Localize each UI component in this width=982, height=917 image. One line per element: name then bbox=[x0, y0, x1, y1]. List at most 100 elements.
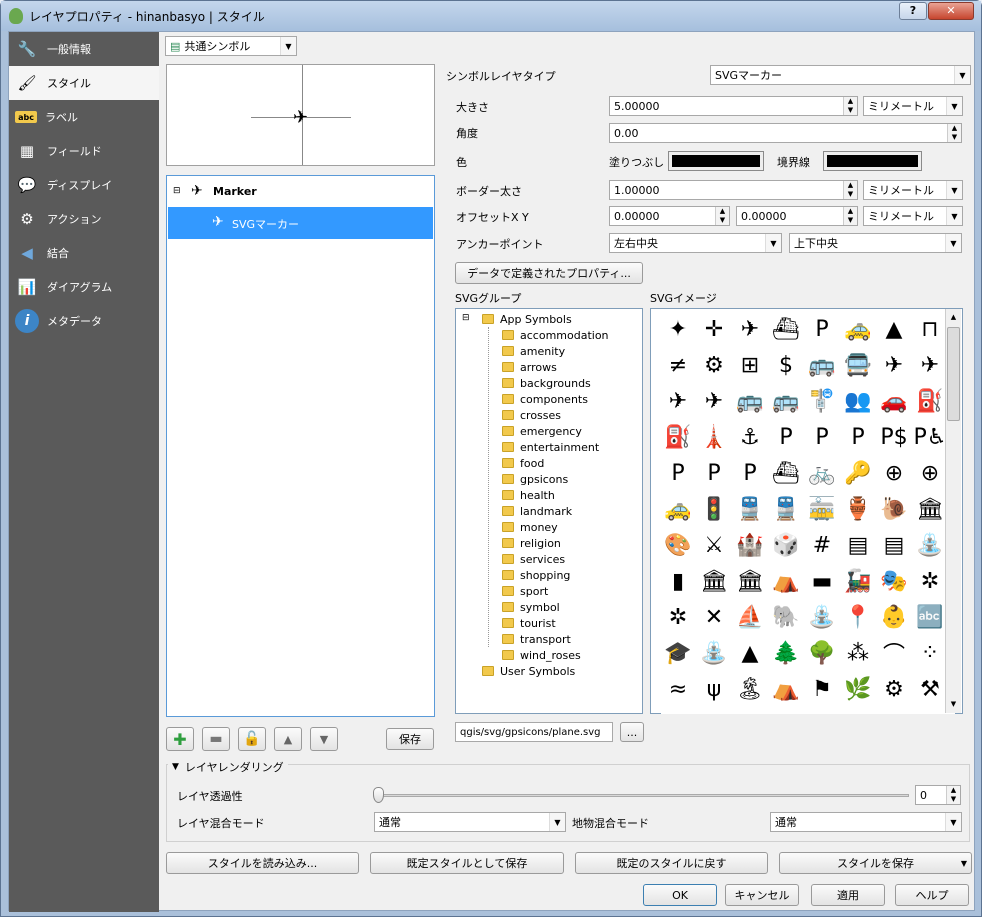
help-title-button[interactable]: ? bbox=[899, 2, 927, 20]
svg-symbol-cell[interactable]: $ bbox=[769, 348, 803, 382]
spin-arrows-icon[interactable]: ▲ ▼ bbox=[947, 124, 961, 142]
cancel-button[interactable]: キャンセル bbox=[725, 884, 799, 906]
svg-symbol-cell[interactable]: 🏝 bbox=[733, 672, 767, 706]
svg-symbol-cell[interactable]: ⚒ bbox=[913, 672, 947, 706]
svg-symbol-cell[interactable]: ✈ bbox=[697, 384, 731, 418]
svg-symbol-cell[interactable]: ⊕ bbox=[877, 456, 911, 490]
collapse-icon[interactable]: ⊟ bbox=[173, 186, 181, 196]
help-button[interactable]: ヘルプ bbox=[895, 884, 969, 906]
size-unit-select[interactable]: ミリメートル ▼ bbox=[863, 96, 963, 116]
svg-symbol-cell[interactable]: ⛴ bbox=[769, 312, 803, 346]
svg-symbol-cell[interactable]: 🚍 bbox=[841, 348, 875, 382]
svg-symbol-cell[interactable]: 🚕 bbox=[841, 312, 875, 346]
tree-item-crosses[interactable]: crosses bbox=[502, 407, 561, 423]
tree-item-religion[interactable]: religion bbox=[502, 535, 561, 551]
svg-symbol-cell[interactable]: P bbox=[805, 312, 839, 346]
svg-symbol-cell[interactable]: ⛽ bbox=[661, 420, 695, 454]
svg-symbol-cell[interactable]: 🔤 bbox=[913, 600, 947, 634]
browse-button[interactable]: ... bbox=[620, 722, 644, 742]
offset-y-spinbox[interactable]: 0.00000 ▲ ▼ bbox=[736, 206, 858, 226]
tree-item-shopping[interactable]: shopping bbox=[502, 567, 570, 583]
svg-symbol-cell[interactable]: P♿ bbox=[913, 420, 947, 454]
svg-symbol-cell[interactable]: 🌲 bbox=[769, 636, 803, 670]
svg-symbol-cell[interactable]: ⚙ bbox=[877, 672, 911, 706]
tree-item-landmark[interactable]: landmark bbox=[502, 503, 572, 519]
spin-arrows-icon[interactable]: ▲ ▼ bbox=[843, 181, 857, 199]
svg-symbol-cell[interactable]: ⛲ bbox=[805, 600, 839, 634]
svg-symbol-cell[interactable]: 🌳 bbox=[805, 636, 839, 670]
save-style-button[interactable]: スタイルを保存 ▼ bbox=[779, 852, 972, 874]
svg-symbol-cell[interactable]: ⛲ bbox=[913, 528, 947, 562]
svg-symbol-cell[interactable]: P bbox=[841, 420, 875, 454]
blend-mode-select[interactable]: 通常 ▼ bbox=[374, 812, 566, 832]
tree-item-entertainment[interactable]: entertainment bbox=[502, 439, 599, 455]
close-window-button[interactable]: ✕ bbox=[928, 2, 974, 20]
svg-symbol-cell[interactable]: 🚕 bbox=[661, 492, 695, 526]
svg-symbol-cell[interactable]: P bbox=[697, 456, 731, 490]
svg-symbol-cell[interactable]: ⚔ bbox=[697, 528, 731, 562]
svg-symbol-cell[interactable]: # bbox=[805, 528, 839, 562]
tree-item-arrows[interactable]: arrows bbox=[502, 359, 557, 375]
svg-symbol-cell[interactable]: 🚏 bbox=[805, 384, 839, 418]
svg-symbol-cell[interactable]: 🚦 bbox=[697, 492, 731, 526]
svg-symbol-cell[interactable]: ⛺ bbox=[769, 564, 803, 598]
svg-symbol-cell[interactable]: 🚂 bbox=[841, 564, 875, 598]
svg-symbol-cell[interactable]: P bbox=[805, 420, 839, 454]
tree-item-services[interactable]: services bbox=[502, 551, 565, 567]
tree-item-tourist[interactable]: tourist bbox=[502, 615, 556, 631]
svg-symbol-cell[interactable]: ≠ bbox=[661, 348, 695, 382]
anchor-vertical-select[interactable]: 上下中央 ▼ bbox=[789, 233, 962, 253]
sidebar-item-style[interactable]: 🖌 スタイル bbox=[9, 66, 159, 100]
svg-symbol-cell[interactable]: 🚆 bbox=[733, 492, 767, 526]
svg-symbol-cell[interactable]: ⛴ bbox=[769, 456, 803, 490]
border-width-unit-select[interactable]: ミリメートル ▼ bbox=[863, 180, 963, 200]
svg-symbol-cell[interactable]: ✈ bbox=[877, 348, 911, 382]
tree-item-backgrounds[interactable]: backgrounds bbox=[502, 375, 591, 391]
svg-symbol-cell[interactable]: ⛽ bbox=[913, 384, 947, 418]
svg-symbol-cell[interactable]: 🌿 bbox=[841, 672, 875, 706]
svg-symbol-cell[interactable]: ⊞ bbox=[733, 348, 767, 382]
svg-symbol-cell[interactable]: 🚗 bbox=[877, 384, 911, 418]
svg-symbol-cell[interactable]: 🏛 bbox=[697, 564, 731, 598]
sidebar-item-metadata[interactable]: i メタデータ bbox=[9, 304, 159, 338]
save-as-default-button[interactable]: 既定スタイルとして保存 bbox=[370, 852, 564, 874]
spin-arrows-icon[interactable]: ▲ ▼ bbox=[843, 207, 857, 225]
lock-layer-button[interactable]: 🔓 bbox=[238, 727, 266, 751]
svg-symbol-cell[interactable]: 🏰 bbox=[733, 528, 767, 562]
border-color-button[interactable] bbox=[823, 151, 922, 171]
sidebar-item-joins[interactable]: ◀ 結合 bbox=[9, 236, 159, 270]
svg-symbol-cell[interactable]: 🏛 bbox=[913, 492, 947, 526]
tree-item-gpsicons[interactable]: gpsicons bbox=[502, 471, 568, 487]
move-down-button[interactable]: ▼ bbox=[310, 727, 338, 751]
svg-symbol-cell[interactable]: ▤ bbox=[877, 528, 911, 562]
svg-symbol-cell[interactable]: 🚲 bbox=[805, 456, 839, 490]
tree-marker-label[interactable]: Marker bbox=[213, 185, 257, 198]
svg-symbol-cell[interactable]: ⚑ bbox=[805, 672, 839, 706]
ok-button[interactable]: OK bbox=[643, 884, 717, 906]
svg-symbol-cell[interactable]: 🚌 bbox=[733, 384, 767, 418]
sidebar-item-general[interactable]: 🔧 一般情報 bbox=[9, 32, 159, 66]
fill-color-button[interactable] bbox=[668, 151, 764, 171]
move-up-button[interactable]: ▲ bbox=[274, 727, 302, 751]
svg-symbol-cell[interactable]: 🐌 bbox=[877, 492, 911, 526]
svg-symbol-cell[interactable]: 🚋 bbox=[805, 492, 839, 526]
scroll-thumb[interactable] bbox=[947, 327, 960, 421]
offset-unit-select[interactable]: ミリメートル ▼ bbox=[863, 206, 963, 226]
svg-symbol-cell[interactable]: ⚙ bbox=[697, 348, 731, 382]
add-layer-button[interactable]: ✚ bbox=[166, 727, 194, 751]
load-style-button[interactable]: スタイルを読み込み... bbox=[166, 852, 359, 874]
svg-symbol-cell[interactable]: ▮ bbox=[661, 564, 695, 598]
svg-symbol-cell[interactable]: ⛺ bbox=[769, 672, 803, 706]
svg-symbol-cell[interactable]: 🚌 bbox=[769, 384, 803, 418]
scroll-down-icon[interactable]: ▼ bbox=[947, 697, 960, 711]
sidebar-item-labels[interactable]: abc ラベル bbox=[9, 100, 159, 134]
svg-symbol-cell[interactable]: 🗼 bbox=[697, 420, 731, 454]
svg-symbol-cell[interactable]: ✕ bbox=[697, 600, 731, 634]
size-spinbox[interactable]: 5.00000 ▲ ▼ bbox=[609, 96, 858, 116]
svg-symbol-cell[interactable]: ✦ bbox=[661, 312, 695, 346]
offset-x-spinbox[interactable]: 0.00000 ▲ ▼ bbox=[609, 206, 730, 226]
transparency-slider-handle[interactable] bbox=[373, 787, 384, 803]
svg-symbol-cell[interactable]: ✈ bbox=[913, 348, 947, 382]
svg-symbol-cell[interactable]: ψ bbox=[697, 672, 731, 706]
svg-symbol-cell[interactable]: 👥 bbox=[841, 384, 875, 418]
